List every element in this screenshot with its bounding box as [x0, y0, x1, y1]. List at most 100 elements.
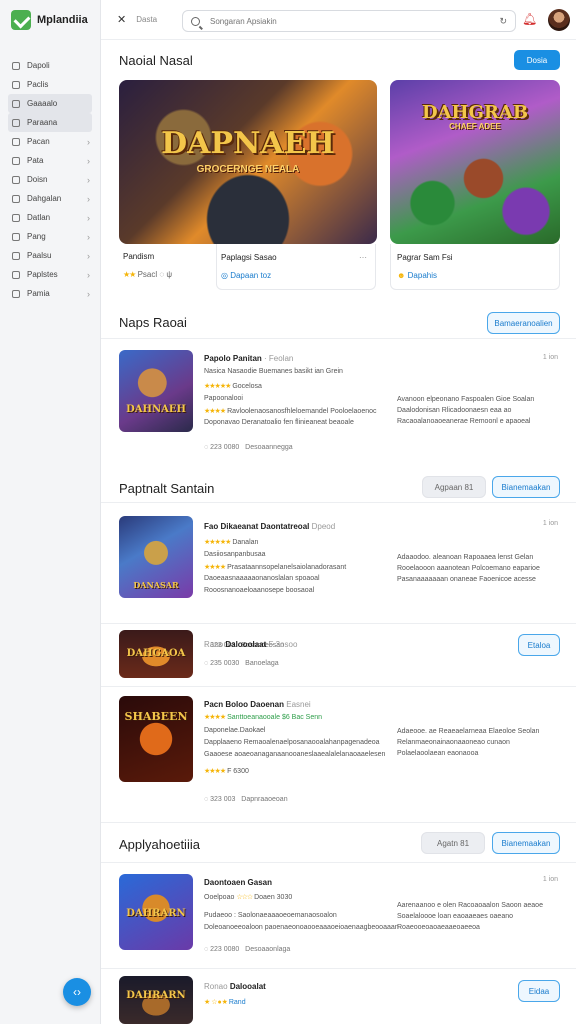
- refresh-icon[interactable]: ↻: [499, 16, 507, 27]
- sidebar-item-label: Datlan: [27, 213, 51, 222]
- chevron-right-icon: ›: [87, 155, 90, 166]
- sidebar-item-label: Pang: [27, 232, 46, 241]
- card-subtitle: ☻ Dapahis: [397, 271, 438, 280]
- more-icon[interactable]: ⋯: [359, 253, 367, 262]
- sidebar-item[interactable]: Gaaaalo: [8, 94, 92, 113]
- section-action-button[interactable]: Bamaeranoalien: [487, 312, 560, 334]
- list-item[interactable]: DAHNAEH Papolo Panitan · Feolan 1 ion Na…: [101, 348, 576, 458]
- nav-item-icon: [12, 175, 20, 184]
- game-cover-image: DAPNAEH GROCERNGE NEALA: [119, 80, 377, 244]
- sidebar-item[interactable]: Pamia ›: [8, 284, 92, 303]
- featured-card[interactable]: DAHGRAB CHAEF ADEE Pagrar Sam Fsi ☻ Dapa…: [390, 80, 560, 290]
- sidebar-item[interactable]: Paclis: [8, 75, 92, 94]
- brand[interactable]: Mplandiia: [0, 0, 100, 40]
- sidebar-item[interactable]: Datlan ›: [8, 208, 92, 227]
- game-thumbnail: DAHRARN: [119, 874, 193, 950]
- sidebar-nav: Dapoli Paclis Gaaaalo Paraana Pacan › Pata › Doi…: [0, 56, 100, 303]
- item-detail: Doleoanoeeoaloon paoenaeonoaooeaaaoeioae…: [204, 924, 399, 931]
- divider: [101, 623, 576, 624]
- sidebar-item-label: Dapoli: [27, 61, 50, 70]
- item-time: 1 ion: [542, 876, 558, 883]
- chevron-icon: ‹›: [73, 985, 81, 999]
- sidebar-item-label: Doisn: [27, 175, 48, 184]
- nav-item-icon: [12, 156, 20, 165]
- item-subline: Papoonalooi: [204, 395, 243, 402]
- sidebar-item-label: Dahgalan: [27, 194, 62, 203]
- item-subline: Daponelae.Daokael: [204, 727, 266, 734]
- item-title: Fao Dikaeanat Daontatreoal Dpeod: [204, 522, 336, 531]
- item-title: Papolo Panitan · Feolan: [204, 354, 294, 363]
- list-item[interactable]: SHABEEN Pacn Boloo Daoenan Easnei ★★★★ S…: [101, 696, 576, 816]
- sidebar-item[interactable]: Doisn ›: [8, 170, 92, 189]
- item-detail: Dapplaaeno Remaoalenaelposanaooalahanpag…: [204, 739, 380, 746]
- sidebar-item[interactable]: Dapoli: [8, 56, 92, 75]
- sidebar-item[interactable]: Pang ›: [8, 227, 92, 246]
- item-subline: Pudaeoo : Saolonaeaaaoeoemanaosoalon: [204, 912, 337, 919]
- item-action-button[interactable]: Eidaa: [518, 980, 560, 1002]
- item-action-button[interactable]: Etaloa: [518, 634, 560, 656]
- game-cover-subtitle: CHAEF ADEE: [449, 122, 501, 131]
- sidebar-item[interactable]: Paraana: [8, 113, 92, 132]
- app-name: Mplandiia: [37, 14, 88, 26]
- thumbnail-title: DAHRARN: [126, 990, 186, 1001]
- divider: [101, 862, 576, 863]
- sidebar-item-label: Pata: [27, 156, 44, 165]
- list-item[interactable]: DAHRARN Ronao Dalooalat ★ ☆ ● ★ Rand Eid…: [101, 976, 576, 1024]
- chevron-right-icon: ›: [87, 231, 90, 242]
- close-icon[interactable]: ✕: [117, 13, 126, 26]
- item-title: Pacn Boloo Daoenan Easnei: [204, 700, 311, 709]
- item-rating: Ooelpoao ☆☆☆ Doaen 3030: [204, 894, 293, 901]
- sidebar-item[interactable]: Pacan ›: [8, 132, 92, 151]
- divider: [101, 686, 576, 687]
- notification-bell-icon[interactable]: 🔔︎: [522, 12, 537, 26]
- game-cover-title: DAPNAEH: [161, 126, 335, 161]
- thumbnail-title: DAHNAEH: [126, 404, 186, 415]
- card-title: Paplagsi Sasao: [221, 253, 277, 262]
- card-title: Pandism: [123, 252, 155, 261]
- sidebar-item[interactable]: Paalsu ›: [8, 246, 92, 265]
- rating-stars: ★★★★★: [204, 383, 231, 390]
- item-detail: ★★★★ Prasataannsopelanelsaiolanadorasant: [204, 564, 347, 571]
- search-bar[interactable]: ↻: [182, 10, 516, 32]
- sidebar-item[interactable]: Pata ›: [8, 151, 92, 170]
- nav-item-icon: [12, 213, 20, 222]
- item-title: Rano Dalooolaat F 3osoo: [204, 640, 298, 649]
- item-rating: ★★★★★ Danalan: [204, 539, 259, 546]
- chevron-right-icon: ›: [87, 269, 90, 280]
- sidebar-item[interactable]: Dahgalan ›: [8, 189, 92, 208]
- featured-action-button[interactable]: Dosia: [514, 50, 560, 70]
- sidebar-item[interactable]: Paplstes ›: [8, 265, 92, 284]
- list-item[interactable]: DAHGAOA Rano Dalooolaat F 3osoo ◌ 235 00…: [101, 630, 576, 682]
- thumbnail-title: DANASAR: [133, 580, 179, 590]
- item-description: Avanoon elpeonano Faspoalen Gioe Soalan …: [397, 396, 535, 425]
- chevron-right-icon: ›: [87, 174, 90, 185]
- featured-card-info[interactable]: Paplagsi Sasao ⋯ ◎ Dapaan toz: [216, 244, 376, 290]
- section-secondary-button[interactable]: Agpaan 81: [422, 476, 486, 498]
- thumbnail-title: DAHRARN: [126, 908, 186, 919]
- item-detail-3: Rooosnanoaeloaanosepe boosaoal: [204, 587, 315, 594]
- item-meta: ◌ 223 0080 Desoaannegga: [204, 444, 293, 451]
- thumbnail-title: DAHGAOA: [126, 648, 186, 659]
- sidebar-item-label: Paplstes: [27, 270, 58, 279]
- list-item[interactable]: DAHRARN Daontoaen Gasan 1 ion Ooelpoao ☆…: [101, 872, 576, 972]
- list-item[interactable]: DANASAR Fao Dikaeanat Daontatreoal Dpeod…: [101, 514, 576, 649]
- card-title: Pagrar Sam Fsi: [397, 253, 453, 262]
- game-thumbnail: DAHGAOA: [119, 630, 193, 678]
- game-cover-image: DAHGRAB CHAEF ADEE: [390, 80, 560, 244]
- item-meta: ◌ 223 0080 Desoaaonlaga: [204, 946, 291, 953]
- section-action-button[interactable]: Bianemaakan: [492, 832, 560, 854]
- topbar-tab[interactable]: Dasta: [136, 15, 157, 24]
- help-fab-button[interactable]: ‹›: [63, 978, 91, 1006]
- game-cover-subtitle: GROCERNGE NEALA: [196, 164, 300, 175]
- section-action-button[interactable]: Bianemaakan: [492, 476, 560, 498]
- item-rating: ★ ☆ ● ★ Rand: [204, 999, 246, 1006]
- nav-item-icon: [12, 80, 20, 89]
- section-secondary-button[interactable]: Agatn 81: [421, 832, 485, 854]
- chevron-right-icon: ›: [87, 288, 90, 299]
- game-thumbnail: SHABEEN: [119, 696, 193, 782]
- user-avatar[interactable]: [548, 9, 570, 31]
- game-cover-title: DAHGRAB: [421, 102, 529, 123]
- item-detail-2: Doponavao Deranatoalio fen flinieaneat b…: [204, 419, 354, 426]
- search-input[interactable]: [210, 16, 470, 26]
- nav-item-icon: [12, 61, 20, 70]
